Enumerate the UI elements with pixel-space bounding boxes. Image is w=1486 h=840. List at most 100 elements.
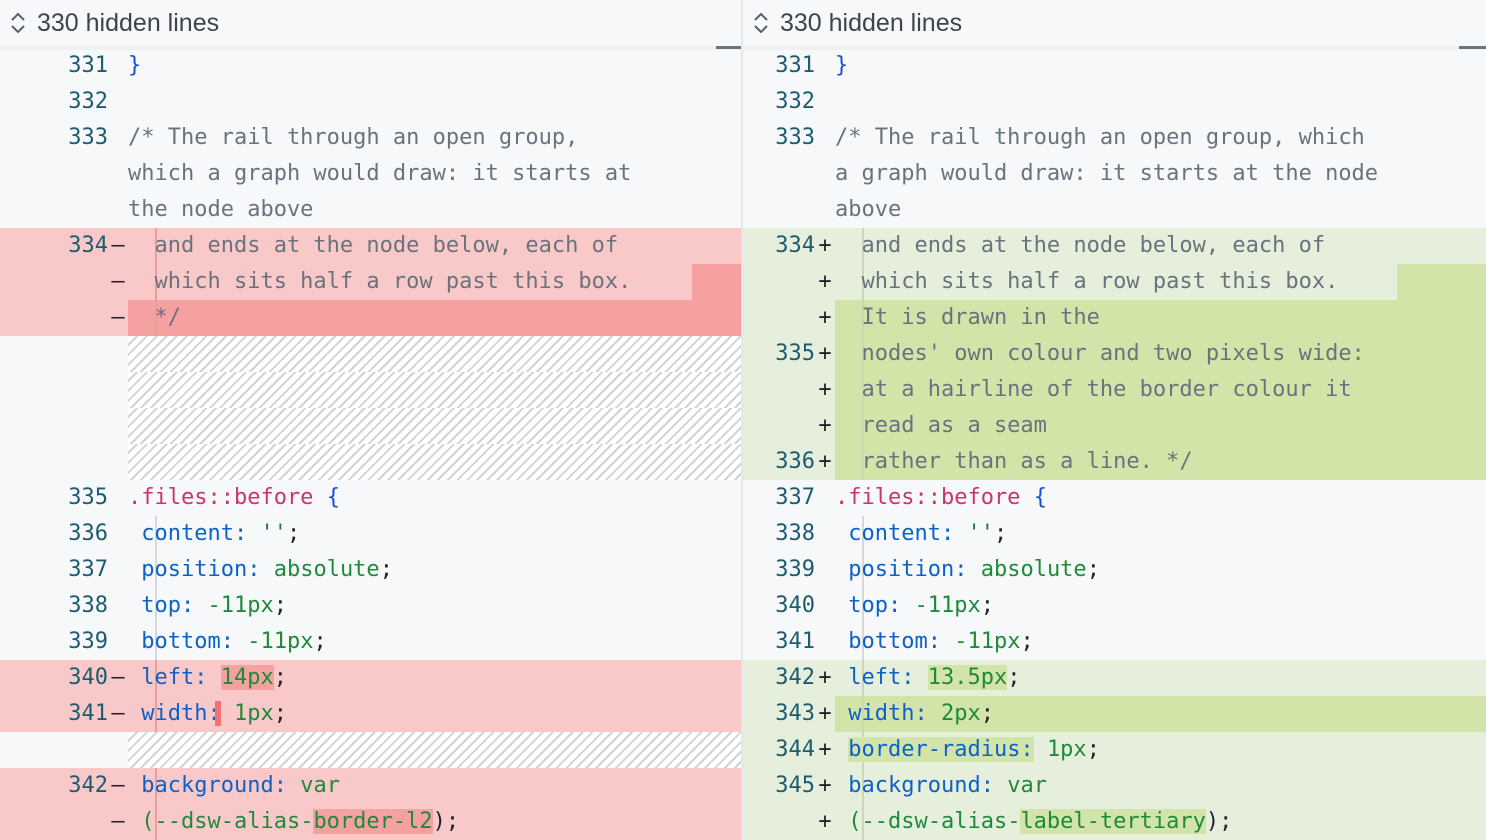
code-text[interactable]: */ [128, 300, 741, 336]
diff-context-line[interactable]: 332 [0, 84, 741, 120]
line-gutter: — [0, 264, 128, 300]
code-text[interactable]: position: absolute; [128, 552, 741, 588]
line-number: 335 [68, 485, 108, 510]
code-text[interactable]: } [128, 48, 741, 84]
diff-removed-line[interactable]: — (--dsw-alias-border-l2); [0, 804, 741, 840]
line-gutter: 344 + [743, 732, 835, 768]
line-number: 345 [775, 773, 815, 798]
diff-context-line[interactable]: 340 top: -11px; [743, 588, 1486, 624]
added-marker: + [818, 809, 832, 834]
code-token: { [326, 485, 340, 510]
code-text[interactable]: position: absolute; [835, 552, 1486, 588]
diff-removed-line[interactable]: 334— and ends at the node below, each of [0, 228, 741, 264]
code-text[interactable]: at a hairline of the border colour it [835, 372, 1486, 408]
diff-context-line[interactable]: 341 bottom: -11px; [743, 624, 1486, 660]
diff-added-line[interactable]: 336 + rather than as a line. */ [743, 444, 1486, 480]
code-text[interactable]: nodes' own colour and two pixels wide: [835, 336, 1486, 372]
code-text[interactable]: /* The rail through an open group, [128, 120, 741, 156]
line-gutter: 341— [0, 696, 128, 732]
diff-context-line[interactable]: 333 /* The rail through an open group, [0, 120, 741, 156]
code-token: '' [260, 521, 287, 546]
diff-added-line[interactable]: + It is drawn in the [743, 300, 1486, 336]
diff-added-line[interactable]: 344 + border-radius: 1px; [743, 732, 1486, 768]
hidden-lines-expander[interactable]: 330 hidden lines [743, 0, 1486, 50]
chevron-up-down-icon[interactable] [743, 0, 779, 46]
code-text[interactable]: a graph would draw: it starts at the nod… [835, 156, 1486, 192]
code-text[interactable]: and ends at the node below, each of [128, 228, 741, 264]
code-token: var [286, 773, 340, 798]
line-gutter: 334 + [743, 228, 835, 264]
diff-context-line[interactable]: 331} [743, 48, 1486, 84]
removed-marker: — [111, 701, 125, 726]
diff-context-line[interactable]: 336 content: ''; [0, 516, 741, 552]
diff-context-line[interactable]: 333 /* The rail through an open group, wh… [743, 120, 1486, 156]
diff-context-line[interactable]: 338 content: ''; [743, 516, 1486, 552]
code-text[interactable]: content: ''; [835, 516, 1486, 552]
code-text[interactable]: .files::before { [835, 480, 1486, 516]
diff-context-line[interactable]: 332 [743, 84, 1486, 120]
code-text[interactable]: bottom: -11px; [128, 624, 741, 660]
diff-added-line[interactable]: + read as a seam [743, 408, 1486, 444]
diff-context-line[interactable]: 338 top: -11px; [0, 588, 741, 624]
code-text[interactable]: border-radius: 1px; [835, 732, 1486, 768]
line-number: 336 [68, 521, 108, 546]
code-text[interactable]: top: -11px; [835, 588, 1486, 624]
diff-context-line[interactable]: 339 bottom: -11px; [0, 624, 741, 660]
code-text[interactable]: read as a seam [835, 408, 1486, 444]
code-text[interactable]: which sits half a row past this box. [128, 264, 741, 300]
chevron-up-down-icon[interactable] [0, 0, 36, 46]
diff-added-line[interactable]: + which sits half a row past this box. [743, 264, 1486, 300]
code-text[interactable]: background: var [128, 768, 741, 804]
code-token: background: [848, 773, 994, 798]
code-text[interactable]: above [835, 192, 1486, 228]
code-token: position: [848, 557, 968, 582]
diff-removed-line[interactable]: 341— width: 1px; [0, 696, 741, 732]
line-number: 342 [68, 773, 108, 798]
code-text[interactable]: width: 1px; [128, 696, 741, 732]
code-text[interactable]: } [835, 48, 1486, 84]
code-text[interactable]: (--dsw-alias-border-l2); [128, 804, 741, 840]
code-text[interactable]: bottom: -11px; [835, 624, 1486, 660]
code-text[interactable]: top: -11px; [128, 588, 741, 624]
diff-spacer-row [0, 372, 741, 408]
code-text[interactable]: left: 14px; [128, 660, 741, 696]
code-text[interactable] [128, 84, 741, 120]
diff-context-line[interactable]: 331} [0, 48, 741, 84]
diff-added-line[interactable]: + at a hairline of the border colour it [743, 372, 1486, 408]
code-text[interactable]: .files::before { [128, 480, 741, 516]
diff-removed-line[interactable]: 340— left: 14px; [0, 660, 741, 696]
code-text[interactable]: (--dsw-alias-label-tertiary); [835, 804, 1486, 840]
diff-removed-line[interactable]: — which sits half a row past this box. [0, 264, 741, 300]
diff-context-line[interactable]: which a graph would draw: it starts at [0, 156, 741, 192]
diff-added-line[interactable]: + (--dsw-alias-label-tertiary); [743, 804, 1486, 840]
code-text[interactable]: background: var [835, 768, 1486, 804]
code-text[interactable]: It is drawn in the [835, 300, 1486, 336]
code-text[interactable]: which a graph would draw: it starts at [128, 156, 741, 192]
code-text[interactable]: rather than as a line. */ [835, 444, 1486, 480]
diff-context-line[interactable]: the node above [0, 192, 741, 228]
diff-added-line[interactable]: 343 + width: 2px; [743, 696, 1486, 732]
code-text[interactable]: the node above [128, 192, 741, 228]
line-gutter: + [743, 300, 835, 336]
diff-added-line[interactable]: 335 + nodes' own colour and two pixels wi… [743, 336, 1486, 372]
code-text[interactable]: content: ''; [128, 516, 741, 552]
diff-removed-line[interactable]: — */ [0, 300, 741, 336]
diff-added-line[interactable]: 342 + left: 13.5px; [743, 660, 1486, 696]
code-text[interactable]: /* The rail through an open group, which [835, 120, 1486, 156]
code-text[interactable]: and ends at the node below, each of [835, 228, 1486, 264]
code-text[interactable] [835, 84, 1486, 120]
diff-context-line[interactable]: 337 position: absolute; [0, 552, 741, 588]
code-text[interactable]: which sits half a row past this box. [835, 264, 1486, 300]
diff-context-line[interactable]: 339 position: absolute; [743, 552, 1486, 588]
code-text[interactable]: left: 13.5px; [835, 660, 1486, 696]
hidden-lines-expander[interactable]: 330 hidden lines [0, 0, 741, 50]
diff-context-line[interactable]: above [743, 192, 1486, 228]
line-number: 335 [775, 341, 815, 366]
diff-removed-line[interactable]: 342— background: var [0, 768, 741, 804]
code-text[interactable]: width: 2px; [835, 696, 1486, 732]
diff-added-line[interactable]: 334 + and ends at the node below, each of [743, 228, 1486, 264]
diff-context-line[interactable]: 335 .files::before { [0, 480, 741, 516]
diff-added-line[interactable]: 345 + background: var [743, 768, 1486, 804]
diff-context-line[interactable]: a graph would draw: it starts at the nod… [743, 156, 1486, 192]
diff-context-line[interactable]: 337 .files::before { [743, 480, 1486, 516]
